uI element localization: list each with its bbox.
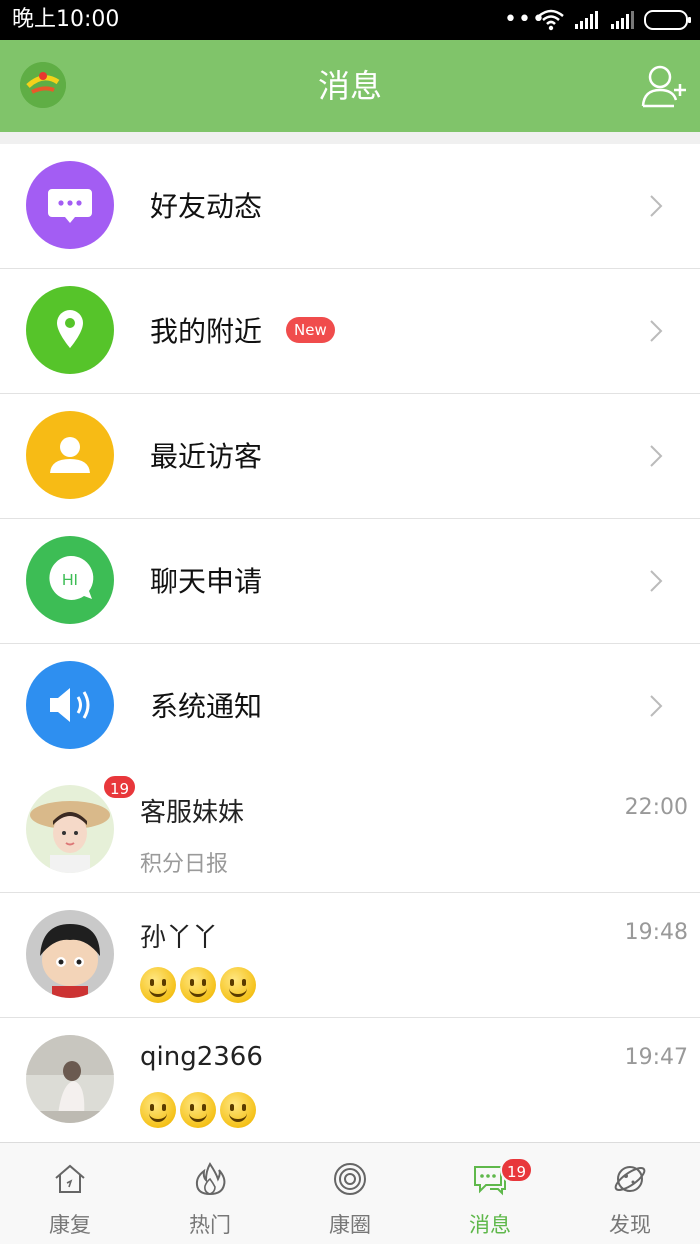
menu-item-label: 我的附近 (150, 315, 263, 348)
chat-bubble-icon (26, 161, 114, 249)
conversation-item[interactable]: 孙丫丫 19:48 (0, 893, 700, 1018)
unread-badge: 19 (102, 774, 138, 800)
conversation-time: 19:47 (624, 1045, 688, 1070)
chevron-right-icon (650, 195, 663, 217)
conversation-time: 19:48 (624, 920, 688, 945)
conversation-time: 22:00 (624, 795, 688, 820)
smile-emoji (140, 967, 176, 1003)
smile-emoji (220, 967, 256, 1003)
avatar (26, 785, 114, 873)
smile-emoji (140, 1092, 176, 1128)
smile-emoji (180, 1092, 216, 1128)
conversation-list: 19 客服妹妹 22:00 积分日报 孙丫丫 19:48 qing2366 19… (0, 768, 700, 1143)
tab-discover[interactable]: 发现 (560, 1143, 700, 1244)
menu-item-friend-updates[interactable]: 好友动态 (0, 144, 700, 269)
conversation-preview (140, 967, 256, 1003)
location-pin-icon (26, 286, 114, 374)
status-bar: 晚上10:00 ••• (0, 0, 700, 40)
menu-item-recent-visitors[interactable]: 最近访客 (0, 394, 700, 519)
chevron-right-icon (650, 695, 663, 717)
menu-item-label: 聊天申请 (150, 565, 263, 598)
conversation-preview: 积分日报 (140, 852, 229, 877)
chevron-right-icon (650, 320, 663, 342)
menu-item-system-notices[interactable]: 系统通知 (0, 644, 700, 769)
menu-item-nearby[interactable]: 我的附近 New (0, 269, 700, 394)
conversation-name: qing2366 (140, 1042, 263, 1072)
add-user-icon[interactable] (640, 62, 690, 110)
wifi-icon (538, 9, 564, 31)
signal-icon-2 (611, 11, 634, 29)
message-count-badge: 19 (500, 1157, 534, 1183)
menu-item-label: 好友动态 (150, 190, 263, 223)
tab-rehab[interactable]: 康复 (0, 1143, 140, 1244)
chevron-right-icon (650, 445, 663, 467)
planet-icon (614, 1166, 646, 1192)
user-icon (26, 411, 114, 499)
speaker-icon (26, 661, 114, 749)
conversation-name: 客服妹妹 (140, 798, 245, 828)
new-badge: New (286, 317, 335, 343)
home-icon (55, 1164, 85, 1193)
header-divider (0, 132, 700, 144)
nav-label: 发现 (609, 1213, 651, 1237)
circles-icon (334, 1163, 366, 1195)
avatar (26, 910, 114, 998)
bottom-nav: 康复 热门 康圈 19 消息 发现 (0, 1142, 700, 1244)
chevron-right-icon (650, 570, 663, 592)
smile-emoji (220, 1092, 256, 1128)
signal-icon (575, 11, 598, 29)
tab-hot[interactable]: 热门 (140, 1143, 280, 1244)
nav-label: 热门 (189, 1213, 231, 1237)
conversation-item[interactable]: 19 客服妹妹 22:00 积分日报 (0, 768, 700, 893)
hi-text: HI (62, 572, 78, 589)
conversation-preview (140, 1092, 256, 1128)
status-time: 晚上10:00 (12, 7, 120, 32)
nav-label: 康复 (49, 1213, 91, 1237)
feature-menu: 好友动态 我的附近 New 最近访客 HI 聊天申请 系统通知 (0, 144, 700, 769)
flame-icon (195, 1162, 226, 1196)
page-title: 消息 (317, 67, 382, 105)
app-header: 消息 (0, 40, 700, 132)
hi-bubble-icon: HI (26, 536, 114, 624)
menu-item-label: 最近访客 (150, 440, 263, 473)
battery-icon (644, 10, 691, 30)
menu-item-label: 系统通知 (150, 690, 263, 723)
nav-label: 消息 (469, 1213, 511, 1237)
avatar (26, 1035, 114, 1123)
menu-item-chat-requests[interactable]: HI 聊天申请 (0, 519, 700, 644)
conversation-item[interactable]: qing2366 19:47 (0, 1018, 700, 1143)
tab-circle[interactable]: 康圈 (280, 1143, 420, 1244)
tab-messages[interactable]: 19 消息 (420, 1143, 560, 1244)
conversation-name: 孙丫丫 (140, 923, 219, 953)
nav-label: 康圈 (329, 1213, 371, 1237)
smile-emoji (180, 967, 216, 1003)
